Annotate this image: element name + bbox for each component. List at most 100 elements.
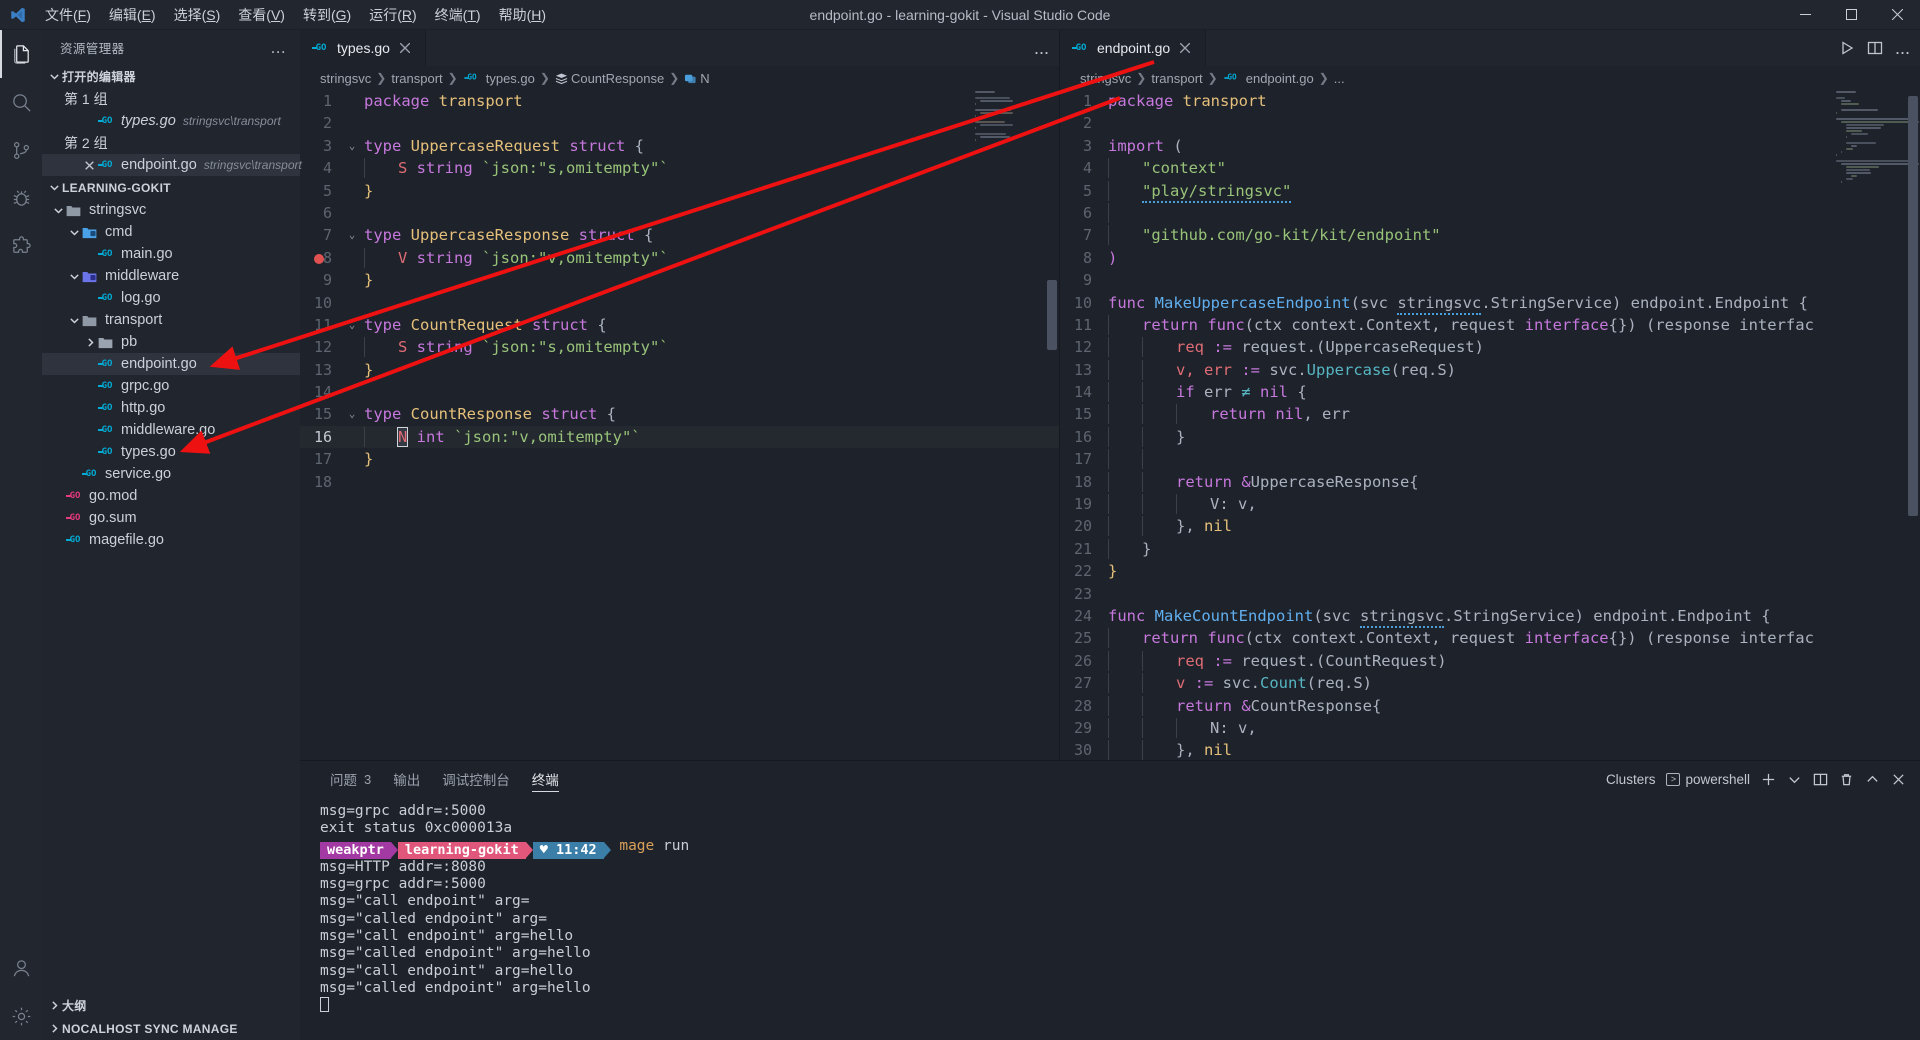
tree-item-cmd[interactable]: cmd [42, 221, 300, 243]
tree-item-go-mod[interactable]: GO go.mod [42, 485, 300, 507]
sidebar-more-actions-icon[interactable]: ... [265, 39, 292, 56]
tree-item-http-go[interactable]: GO http.go [42, 397, 300, 419]
code-line-21[interactable]: 21} [1060, 538, 1920, 560]
chevron-down-icon[interactable] [66, 271, 82, 282]
tab-close-icon[interactable] [396, 39, 414, 57]
plus-icon[interactable] [1761, 772, 1776, 787]
panel-tab-2[interactable]: 调试控制台 [432, 761, 520, 797]
split-terminal-icon[interactable] [1813, 772, 1828, 787]
sidebar-section-0[interactable]: 大纲 [42, 994, 300, 1017]
maximize-button[interactable] [1828, 0, 1874, 30]
chevron-down-icon[interactable] [50, 205, 66, 216]
section-workspace[interactable]: LEARNING-GOKIT [42, 176, 300, 199]
minimize-button[interactable] [1782, 0, 1828, 30]
code-line-12[interactable]: 12 req := request.(UppercaseRequest) [1060, 336, 1920, 358]
code-line-16[interactable]: 16 N int `json:"v,omitempty"` [300, 425, 1059, 449]
activity-account[interactable] [0, 944, 42, 992]
code-line-9[interactable]: 9 [1060, 269, 1920, 291]
section-open-editors[interactable]: 打开的编辑器 [42, 65, 300, 88]
code-line-1[interactable]: 1 package transport [1060, 90, 1920, 112]
code-line-26[interactable]: 26 req := request.(CountRequest) [1060, 650, 1920, 672]
code-line-24[interactable]: 24 func MakeCountEndpoint(svc stringsvc.S… [1060, 605, 1920, 628]
chevron-right-icon[interactable] [82, 337, 98, 348]
menu-item-2[interactable]: 选择(S) [165, 0, 230, 30]
code-content-endpoint-go[interactable]: 1 package transport 2 3 import (4 "context" 5 "… [1060, 90, 1920, 760]
code-line-8[interactable]: 8V string `json:"v,omitempty"` [300, 247, 1059, 269]
sidebar-section-1[interactable]: NOCALHOST SYNC MANAGE [42, 1017, 300, 1040]
code-line-15[interactable]: 15 return nil, err [1060, 403, 1920, 425]
code-line-18[interactable]: 18 return &UppercaseResponse{ [1060, 471, 1920, 493]
code-line-22[interactable]: 22} [1060, 560, 1920, 582]
open-editor-endpoint-go[interactable]: GO endpoint.go stringsvc\transport [42, 154, 302, 176]
panel-tab-3[interactable]: 终端 [522, 761, 569, 797]
code-line-17[interactable]: 17 [1060, 448, 1920, 470]
tree-item-stringsvc[interactable]: stringsvc [42, 199, 300, 221]
code-line-7[interactable]: 7 "github.com/go-kit/kit/endpoint" [1060, 224, 1920, 246]
breadcrumb-item-2[interactable]: GO endpoint.go [1223, 71, 1314, 86]
close-icon[interactable] [1891, 772, 1906, 787]
activity-explorer[interactable] [0, 30, 42, 78]
tree-item-types-go[interactable]: GO types.go [42, 441, 300, 463]
code-line-13[interactable]: 13} [300, 359, 1059, 381]
breadcrumb-item-1[interactable]: transport [1151, 71, 1202, 86]
tree-item-service-go[interactable]: GO service.go [42, 463, 300, 485]
tree-item-magefile-go[interactable]: GO magefile.go [42, 529, 300, 551]
chevron-up-icon[interactable] [1865, 772, 1880, 787]
code-line-27[interactable]: 27 v := svc.Count(req.S) [1060, 672, 1920, 694]
breadcrumb-item-3[interactable]: CountResponse [555, 71, 664, 86]
code-line-8[interactable]: 8) [1060, 247, 1920, 269]
code-line-2[interactable]: 2 [300, 112, 1059, 134]
menu-item-6[interactable]: 终端(T) [426, 0, 490, 30]
activity-extensions[interactable] [0, 222, 42, 270]
code-line-17[interactable]: 17} [300, 448, 1059, 470]
scrollbar-thumb[interactable] [1908, 96, 1918, 516]
menu-item-4[interactable]: 转到(G) [294, 0, 360, 30]
code-line-19[interactable]: 19 V: v, [1060, 493, 1920, 515]
code-line-25[interactable]: 25 return func(ctx context.Context, reque… [1060, 627, 1920, 649]
tree-item-endpoint-go[interactable]: GO endpoint.go [42, 353, 300, 375]
menu-item-7[interactable]: 帮助(H) [490, 0, 555, 30]
code-area-group-1[interactable]: 1 package transport 2 3 ⌄ type UppercaseReque… [300, 90, 1059, 760]
open-editors-group-2[interactable]: 第 2 组 [42, 132, 300, 154]
code-line-3[interactable]: 3 import ( [1060, 135, 1920, 157]
fold-open-icon[interactable]: ⌄ [344, 403, 360, 425]
breadcrumb-item-0[interactable]: stringsvc [1080, 71, 1131, 86]
code-line-5[interactable]: 5} [300, 180, 1059, 202]
code-line-5[interactable]: 5 "play/stringsvc" [1060, 180, 1920, 203]
menu-item-1[interactable]: 编辑(E) [100, 0, 165, 30]
code-line-28[interactable]: 28 return &CountResponse{ [1060, 695, 1920, 717]
breadcrumb-group-1[interactable]: stringsvc ❯ transport ❯ GO types.go ❯ CountResp… [300, 66, 1059, 90]
menu-item-0[interactable]: 文件(F) [36, 0, 100, 30]
split-editor-icon[interactable] [1867, 40, 1883, 56]
terminal-shell-selector[interactable]: > powershell [1666, 772, 1750, 787]
breadcrumb-group-2[interactable]: stringsvc ❯ transport ❯ GO endpoint.go ❯... [1060, 66, 1920, 90]
fold-open-icon[interactable]: ⌄ [344, 135, 360, 157]
code-line-30[interactable]: 30}, nil [1060, 739, 1920, 760]
code-line-11[interactable]: 11 return func(ctx context.Context, reque… [1060, 314, 1920, 336]
activity-settings[interactable] [0, 992, 42, 1040]
activity-search[interactable] [0, 78, 42, 126]
scrollbar-group-2[interactable] [1906, 90, 1920, 760]
code-line-23[interactable]: 23 [1060, 583, 1920, 605]
tab-close-icon[interactable] [1176, 39, 1194, 57]
tree-item-grpc-go[interactable]: GO grpc.go [42, 375, 300, 397]
menu-item-5[interactable]: 运行(R) [360, 0, 425, 30]
chevron-down-icon[interactable] [66, 227, 82, 238]
code-line-20[interactable]: 20}, nil [1060, 515, 1920, 537]
menu-bar[interactable]: 文件(F) 编辑(E) 选择(S) 查看(V) 转到(G) 运行(R) 终端(T) 帮助(H) [36, 0, 555, 30]
chevron-right-icon[interactable] [46, 1000, 62, 1011]
code-line-3[interactable]: 3 ⌄ type UppercaseRequest struct { [300, 135, 1059, 157]
code-line-15[interactable]: 15 ⌄ type CountResponse struct { [300, 403, 1059, 425]
code-line-12[interactable]: 12 S string `json:"s,omitempty"` [300, 336, 1059, 358]
chevron-down-icon[interactable] [1787, 772, 1802, 787]
chevron-down-icon[interactable] [66, 315, 82, 326]
fold-open-icon[interactable]: ⌄ [344, 314, 360, 336]
activity-bar[interactable] [0, 30, 42, 1040]
breadcrumb-item-0[interactable]: stringsvc [320, 71, 371, 86]
tree-item-middleware-go[interactable]: GO middleware.go [42, 419, 300, 441]
code-line-6[interactable]: 6 [300, 202, 1059, 224]
close-editor-icon[interactable] [80, 160, 98, 170]
code-area-group-2[interactable]: 1 package transport 2 3 import (4 "context" 5 "… [1060, 90, 1920, 760]
open-editor-types-go[interactable]: GO types.go stringsvc\transport [42, 110, 300, 132]
code-line-2[interactable]: 2 [1060, 112, 1920, 134]
